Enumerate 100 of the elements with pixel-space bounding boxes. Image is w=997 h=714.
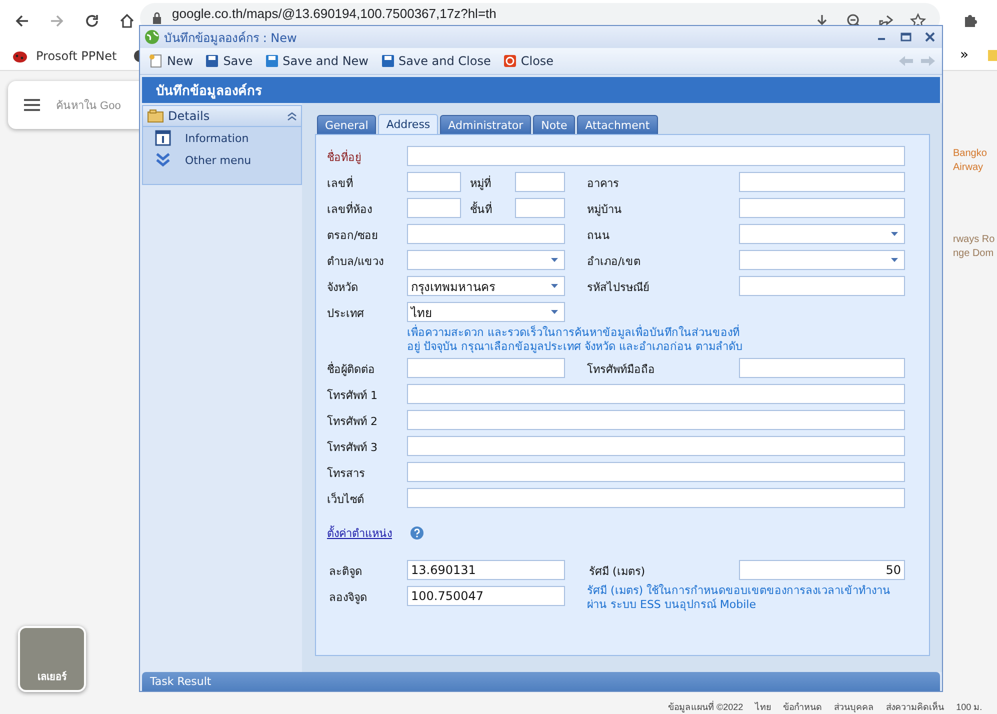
- toolbar-button[interactable]: Save and New: [262, 52, 372, 70]
- bookmark-label: Prosoft PPNet: [36, 49, 117, 63]
- map-footer-text: ไทย: [755, 701, 772, 714]
- task-result-bar[interactable]: Task Result: [142, 672, 940, 691]
- text-field[interactable]: [515, 172, 565, 192]
- field-label: ตำบล/แขวง: [327, 254, 385, 270]
- field-label: ชื่อที่อยู่: [327, 148, 362, 166]
- toolbar-button[interactable]: New: [146, 52, 196, 70]
- map-footer-text: ส่วนบุคคล: [834, 701, 874, 714]
- next-arrow-icon[interactable]: [920, 55, 936, 67]
- dropdown[interactable]: กรุงเทพมหานคร: [407, 276, 565, 296]
- bookmarks-overflow[interactable]: »: [960, 47, 969, 63]
- field-label: โทรศัพท์มือถือ: [587, 362, 656, 378]
- bookmark[interactable]: Prosoft PPNet: [12, 49, 117, 63]
- text-field[interactable]: [407, 172, 461, 192]
- field-label: หมู่ที่: [470, 174, 492, 192]
- map-footer-text: ข้อกำหนด: [783, 701, 822, 714]
- field-label: รัศมี (เมตร): [588, 564, 646, 580]
- caret-icon: [891, 258, 898, 262]
- caret-icon: [551, 258, 558, 262]
- text-field[interactable]: [407, 384, 905, 404]
- field-label: โทรสาร: [327, 466, 366, 482]
- dropdown[interactable]: [739, 250, 905, 270]
- field-label: รหัสไปรษณีย์: [587, 280, 650, 296]
- text-field[interactable]: [407, 224, 565, 244]
- dropdown[interactable]: ไทย: [407, 302, 565, 322]
- text-field[interactable]: 50: [739, 560, 905, 580]
- maximize-icon[interactable]: [900, 31, 912, 43]
- layer-label: เลเยอร์: [38, 670, 66, 684]
- dropdown[interactable]: [739, 224, 905, 244]
- text-field[interactable]: [739, 172, 905, 192]
- text-field[interactable]: [407, 146, 905, 166]
- field-label: ละติจูด: [328, 564, 363, 580]
- home-icon[interactable]: [119, 13, 135, 29]
- tab[interactable]: Administrator: [440, 115, 532, 134]
- field-label: ลองจิจูด: [328, 590, 368, 606]
- text-field[interactable]: [739, 198, 905, 218]
- field-label: โทรศัพท์ 3: [327, 440, 378, 456]
- toolbar-button[interactable]: Save and Close: [378, 52, 494, 70]
- map-footer-text: 100 ม.: [956, 701, 982, 714]
- double-chevron-icon: [155, 152, 171, 168]
- help-icon[interactable]: [410, 526, 424, 540]
- map-label: nge Dom: [953, 247, 995, 261]
- field-label: จังหวัด: [327, 280, 359, 296]
- toolbar-icon: [264, 54, 279, 68]
- text-field[interactable]: 13.690131: [407, 560, 565, 580]
- text-field[interactable]: [407, 488, 905, 508]
- hint-text: เพื่อความสะดวก และรวดเร็วในการค้นหาข้อมูลเพื่อบันทึกในส่วนของที่อยู่ ปัจจุบัน กรุณาเลือกข้อมูลประเทศ จังหวัด และอำเภอก่อน ตามลำดับ: [407, 326, 744, 354]
- back-icon[interactable]: [14, 13, 30, 29]
- tab[interactable]: Address: [378, 114, 438, 134]
- folder-icon[interactable]: [988, 48, 997, 62]
- previous-arrow-icon[interactable]: [898, 55, 914, 67]
- text-field[interactable]: [515, 198, 565, 218]
- text-field[interactable]: [407, 410, 905, 430]
- text-field[interactable]: [407, 198, 461, 218]
- field-label: ตรอก/ซอย: [327, 228, 379, 244]
- caret-icon: [551, 310, 558, 314]
- panel-title: Details: [168, 109, 211, 123]
- close-icon[interactable]: [924, 31, 936, 43]
- text-field[interactable]: [407, 462, 905, 482]
- form-title: บันทึกข้อมูลองค์กร: [156, 82, 262, 100]
- field-label: ชื่อผู้ติดต่อ: [327, 360, 376, 378]
- tab[interactable]: Attachment: [577, 115, 658, 134]
- field-label: อำเภอ/เขต: [587, 254, 642, 270]
- text-field[interactable]: [739, 276, 905, 296]
- text-field[interactable]: 100.750047: [407, 586, 565, 606]
- folder-icon: [147, 109, 165, 123]
- text-field[interactable]: [407, 436, 905, 456]
- tab[interactable]: General: [317, 115, 376, 134]
- field-label: ประเทศ: [327, 306, 365, 322]
- puzzle-icon[interactable]: [962, 13, 978, 29]
- text-field[interactable]: [739, 358, 905, 378]
- toolbar-icon: [502, 54, 517, 68]
- sidebar-item[interactable]: Other menu: [143, 149, 301, 171]
- field-label: โทรศัพท์ 1: [327, 388, 378, 404]
- panel-header[interactable]: Details: [143, 106, 301, 127]
- info-icon: [155, 130, 171, 146]
- sidebar-item[interactable]: Information: [143, 127, 301, 149]
- caret-icon: [891, 232, 898, 236]
- map-label: Bangko: [953, 147, 988, 161]
- search-placeholder: ค้นหาใน Goo: [56, 98, 121, 114]
- tab[interactable]: Note: [533, 115, 576, 134]
- location-settings-link[interactable]: ตั้งค่าตำแหน่ง: [327, 524, 392, 542]
- caret-icon: [551, 284, 558, 288]
- toolbar-button[interactable]: Save: [202, 52, 256, 70]
- field-label: เลขที่ห้อง: [327, 200, 373, 218]
- toolbar-icon: [205, 54, 220, 68]
- reload-icon[interactable]: [84, 13, 100, 29]
- text-field[interactable]: [407, 358, 565, 378]
- forward-icon[interactable]: [49, 13, 65, 29]
- collapse-icon[interactable]: [287, 111, 297, 121]
- map-label: rways Ro: [953, 233, 995, 247]
- field-label: ชั้นที่: [470, 200, 493, 218]
- dropdown[interactable]: [407, 250, 565, 270]
- toolbar-button[interactable]: Close: [500, 52, 557, 70]
- lock-icon: [152, 12, 162, 24]
- toolbar-icon: [149, 54, 163, 68]
- field-label: ถนน: [587, 228, 611, 244]
- menu-icon[interactable]: [24, 99, 40, 111]
- toolbar-icon: [380, 54, 394, 68]
